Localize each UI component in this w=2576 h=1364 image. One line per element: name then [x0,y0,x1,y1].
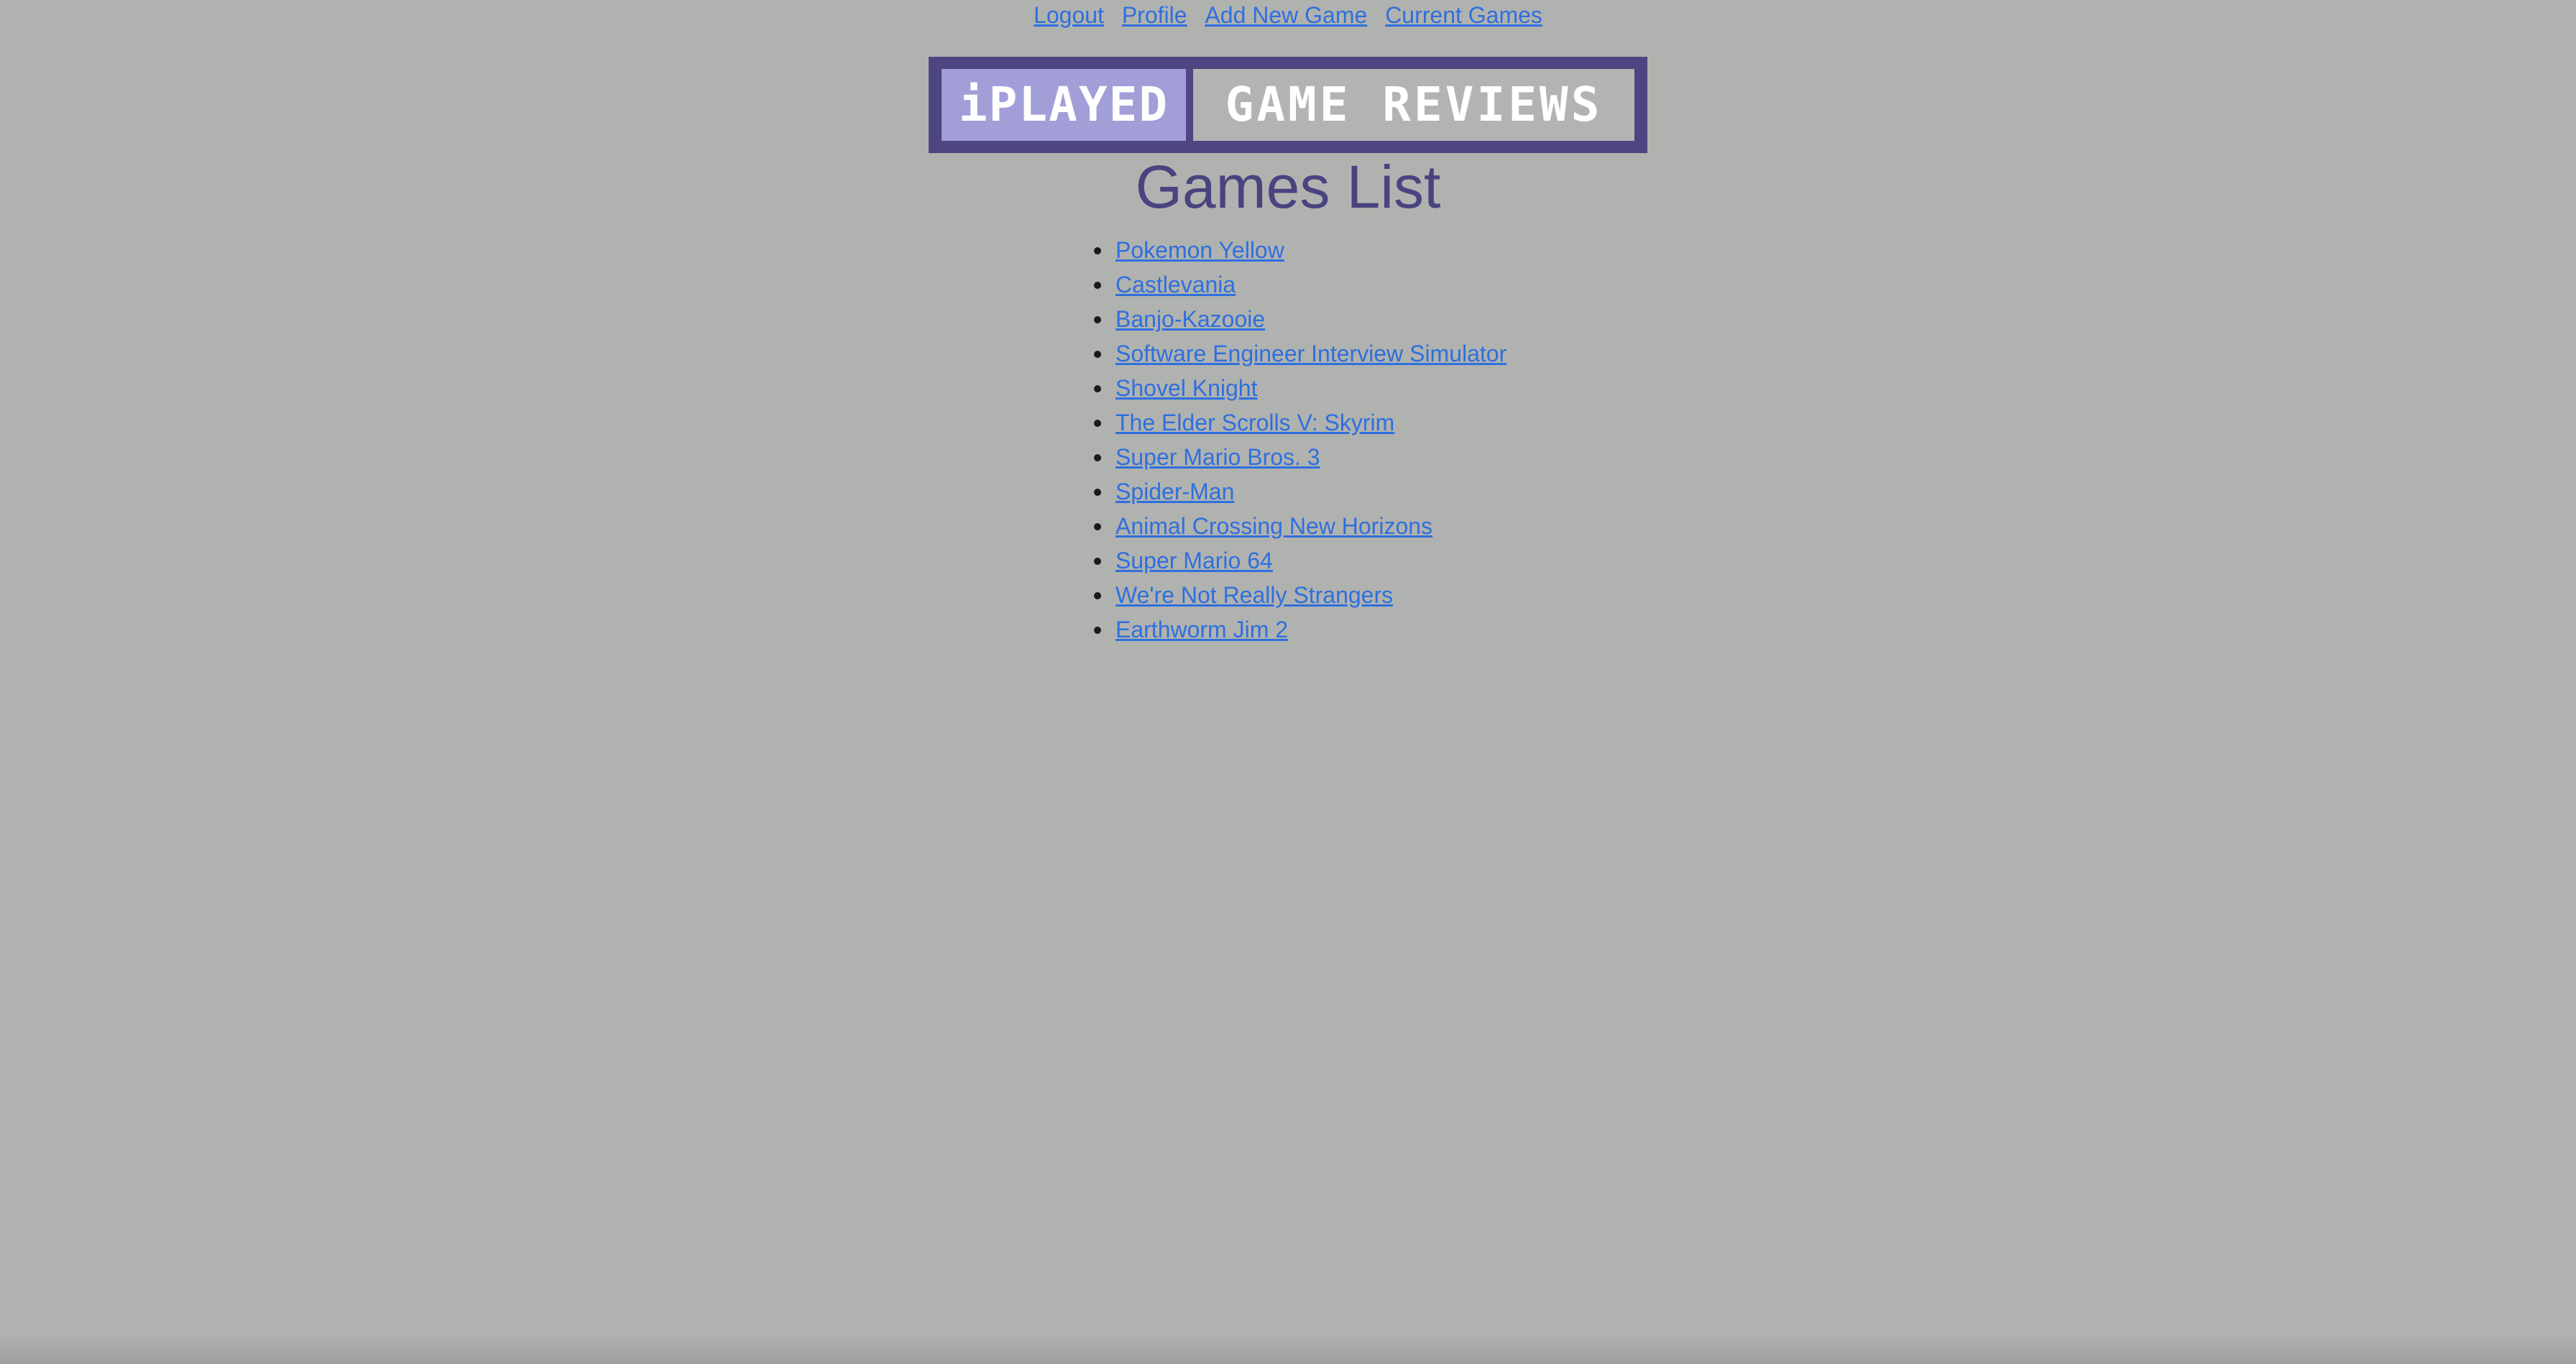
game-link[interactable]: Super Mario 64 [1116,548,1273,573]
game-link[interactable]: Pokemon Yellow [1116,237,1284,263]
game-link[interactable]: Super Mario Bros. 3 [1116,444,1320,470]
bullet-icon [1094,627,1101,634]
page-title: Games List [1135,153,1441,221]
page-bottom-shadow [0,1335,2576,1364]
bullet-icon [1094,489,1101,496]
bullet-icon [1094,420,1101,427]
bullet-icon [1094,351,1101,358]
game-link[interactable]: Earthworm Jim 2 [1116,617,1288,642]
list-item: Super Mario 64 [1094,543,1506,578]
game-link[interactable]: Banjo-Kazooie [1116,306,1265,332]
bullet-icon [1094,247,1101,254]
bullet-icon [1094,523,1101,530]
games-list: Pokemon Yellow Castlevania Banjo-Kazooie… [1094,233,1506,647]
list-item: Super Mario Bros. 3 [1094,440,1506,474]
profile-link[interactable]: Profile [1122,2,1187,28]
bullet-icon [1094,385,1101,392]
logo-iplayed: iPLAYED [942,69,1186,141]
list-item: Pokemon Yellow [1094,233,1506,267]
game-link[interactable]: Castlevania [1116,272,1236,298]
game-link[interactable]: We're Not Really Strangers [1116,582,1393,608]
game-link[interactable]: Animal Crossing New Horizons [1116,513,1432,539]
game-link[interactable]: Shovel Knight [1116,375,1257,401]
list-item: Animal Crossing New Horizons [1094,509,1506,543]
list-item: Software Engineer Interview Simulator [1094,336,1506,371]
add-new-game-link[interactable]: Add New Game [1205,2,1367,28]
list-item: Earthworm Jim 2 [1094,612,1506,647]
game-link[interactable]: Software Engineer Interview Simulator [1116,341,1506,367]
site-logo: iPLAYED GAME REVIEWS [929,57,1647,153]
current-games-link[interactable]: Current Games [1385,2,1542,28]
list-item: Castlevania [1094,267,1506,302]
bullet-icon [1094,558,1101,565]
bullet-icon [1094,454,1101,461]
list-item: Spider-Man [1094,474,1506,509]
game-link[interactable]: Spider-Man [1116,479,1234,504]
game-link[interactable]: The Elder Scrolls V: Skyrim [1116,410,1394,436]
logo-game-reviews: GAME REVIEWS [1193,69,1634,141]
list-item: Banjo-Kazooie [1094,302,1506,336]
logout-link[interactable]: Logout [1034,2,1104,28]
bullet-icon [1094,316,1101,323]
bullet-icon [1094,592,1101,599]
bullet-icon [1094,282,1101,289]
top-nav: Logout Profile Add New Game Current Game… [0,0,2576,30]
list-item: We're Not Really Strangers [1094,578,1506,612]
list-item: Shovel Knight [1094,371,1506,405]
list-item: The Elder Scrolls V: Skyrim [1094,405,1506,440]
